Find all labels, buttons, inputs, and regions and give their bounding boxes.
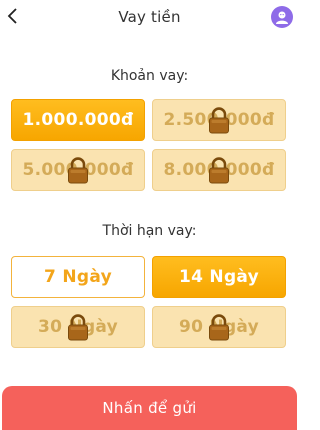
avatar[interactable] <box>271 6 293 28</box>
loan-option-3[interactable]: 5.000.000đ <box>11 149 145 191</box>
avatar-icon <box>276 11 288 24</box>
loan-option-4[interactable]: 8.000.000đ <box>152 149 286 191</box>
term-option-1[interactable]: 7 Ngày <box>11 256 145 298</box>
lock-icon <box>208 107 230 135</box>
term-option-4[interactable]: 90 Ngày <box>152 306 286 348</box>
lock-icon <box>67 157 89 185</box>
submit-button[interactable]: Nhấn để gửi <box>2 386 297 430</box>
lock-icon <box>67 314 89 342</box>
loan-amount-label: Khoản vay: <box>110 68 189 84</box>
lock-icon <box>208 157 230 185</box>
loan-option-1[interactable]: 1.000.000đ <box>11 99 145 141</box>
term-option-label: 14 Ngày <box>178 267 260 287</box>
lock-icon <box>208 314 230 342</box>
loan-option-2[interactable]: 2.500.000đ <box>152 99 286 141</box>
term-option-3[interactable]: 30 Ngày <box>11 306 145 348</box>
term-option-2[interactable]: 14 Ngày <box>152 256 286 298</box>
loan-option-label: 1.000.000đ <box>22 110 134 130</box>
term-option-label: 7 Ngày <box>44 267 112 287</box>
loan-term-label: Thời hạn vay: <box>102 223 197 239</box>
header-bar: Vay tiền <box>0 0 299 34</box>
page-title: Vay tiền <box>118 8 181 26</box>
